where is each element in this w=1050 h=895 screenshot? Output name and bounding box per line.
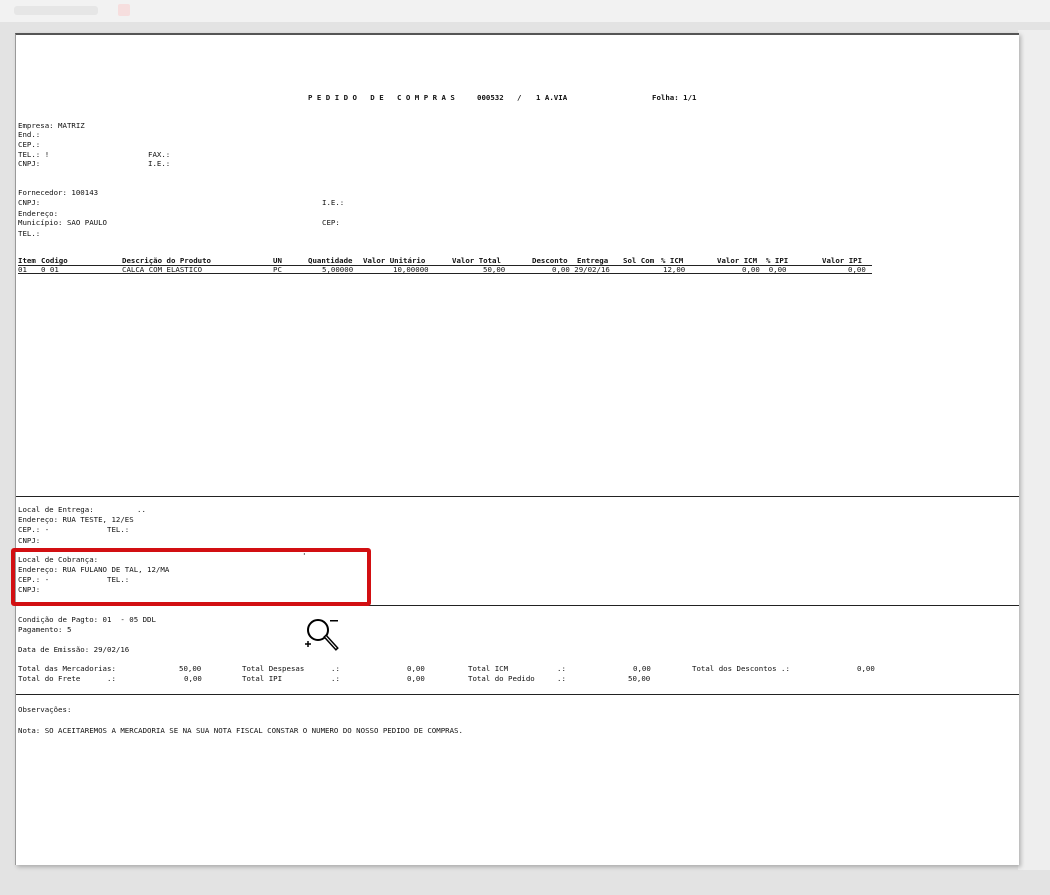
col-valor-total: Valor Total (452, 256, 501, 265)
table-row-rule (18, 273, 872, 274)
fornecedor-code: Fornecedor: 100143 (18, 188, 99, 197)
order-number: 000532 (477, 93, 504, 102)
section-divider-observacoes (16, 694, 1019, 695)
cobranca-mark: ' (302, 551, 307, 560)
cobranca-endereco: Endereço: RUA FULANO DE TAL, 12/MA (18, 565, 170, 574)
cobranca-local-label: Local de Cobrança: (18, 555, 99, 564)
col-entrega: Entrega (577, 256, 609, 265)
col-valor-unitario: Valor Unitário (363, 256, 426, 265)
empresa-tel: TEL.: ! (18, 150, 50, 159)
observacoes-label: Observações: (18, 705, 72, 714)
title-slash: / (517, 93, 522, 102)
total-mercadorias-label: Total das Mercadorias: (18, 664, 116, 673)
empresa-cnpj: CNPJ: (18, 159, 41, 168)
col-valor-ipi: Valor IPI (822, 256, 863, 265)
col-valor-icm: Valor ICM (717, 256, 758, 265)
fornecedor-cnpj: CNPJ: (18, 198, 41, 207)
total-frete-label: Total do Frete .: (18, 674, 116, 683)
data-emissao: Data de Emissão: 29/02/16 (18, 645, 130, 654)
col-un: UN (273, 256, 282, 265)
entrega-local-value: .. (137, 505, 146, 514)
cobranca-tel: TEL.: (107, 575, 130, 584)
fornecedor-endereco: Endereço: (18, 209, 59, 218)
empresa-end: End.: (18, 130, 41, 139)
entrega-cnpj: CNPJ: (18, 536, 41, 545)
total-ipi-label: Total IPI .: (242, 674, 340, 683)
pagamento: Pagamento: 5 (18, 625, 72, 634)
total-pedido-label: Total do Pedido .: (468, 674, 566, 683)
total-mercadorias-value: 50,00 (179, 664, 202, 673)
total-ipi-value: 0,00 (407, 674, 425, 683)
col-quantidade: Quantidade (308, 256, 353, 265)
empresa-fax: FAX.: (148, 150, 171, 159)
folha-label: Folha: 1/1 (652, 93, 697, 102)
section-divider-pagamento (16, 605, 1019, 606)
entrega-cep: CEP.: - (18, 525, 50, 534)
total-descontos-label: Total dos Descontos .: (692, 664, 790, 673)
fornecedor-municipio: Município: SAO PAULO (18, 218, 107, 227)
document-page: P E D I D O D E C O M P R A S 000532 / 1… (15, 33, 1019, 865)
total-frete-value: 0,00 (184, 674, 202, 683)
doc-title: P E D I D O D E C O M P R A S (308, 93, 455, 102)
entrega-local-label: Local de Entrega: (18, 505, 94, 514)
nota-text: Nota: SO ACEITAREMOS A MERCADORIA SE NA … (18, 726, 463, 735)
col-pct-ipi: % IPI (766, 256, 789, 265)
col-pct-icm: % ICM (661, 256, 684, 265)
col-desconto: Desconto (532, 256, 568, 265)
col-sol-com: Sol Com (623, 256, 655, 265)
total-descontos-value: 0,00 (857, 664, 875, 673)
empresa-cep: CEP.: (18, 140, 41, 149)
empresa-name: Empresa: MATRIZ (18, 121, 85, 130)
fornecedor-cep: CEP: (322, 218, 340, 227)
total-despesas-value: 0,00 (407, 664, 425, 673)
total-despesas-label: Total Despesas .: (242, 664, 340, 673)
via-label: 1 A.VIA (536, 93, 568, 102)
top-toolbar (0, 0, 1050, 22)
empresa-ie: I.E.: (148, 159, 171, 168)
right-panel-edge (1018, 30, 1050, 870)
total-pedido-value: 50,00 (628, 674, 651, 683)
total-icm-label: Total ICM .: (468, 664, 566, 673)
entrega-endereco: Endereço: RUA TESTE, 12/ES (18, 515, 134, 524)
cobranca-cnpj: CNPJ: (18, 585, 41, 594)
condicao-pagto: Condição de Pagto: 01 - 05 DDL (18, 615, 156, 624)
zoom-out-magnifier-icon (305, 619, 339, 651)
entrega-tel: TEL.: (107, 525, 130, 534)
fornecedor-tel: TEL.: (18, 229, 41, 238)
col-descricao: Descrição do Produto (122, 256, 211, 265)
fornecedor-ie: I.E.: (322, 198, 345, 207)
toolbar-blurred-icon (118, 4, 130, 16)
toolbar-blurred-item (14, 6, 98, 15)
section-divider-entrega (16, 496, 1019, 497)
cobranca-cep: CEP.: - (18, 575, 50, 584)
col-item: Item (18, 256, 36, 265)
col-codigo: Codigo (41, 256, 68, 265)
total-icm-value: 0,00 (633, 664, 651, 673)
